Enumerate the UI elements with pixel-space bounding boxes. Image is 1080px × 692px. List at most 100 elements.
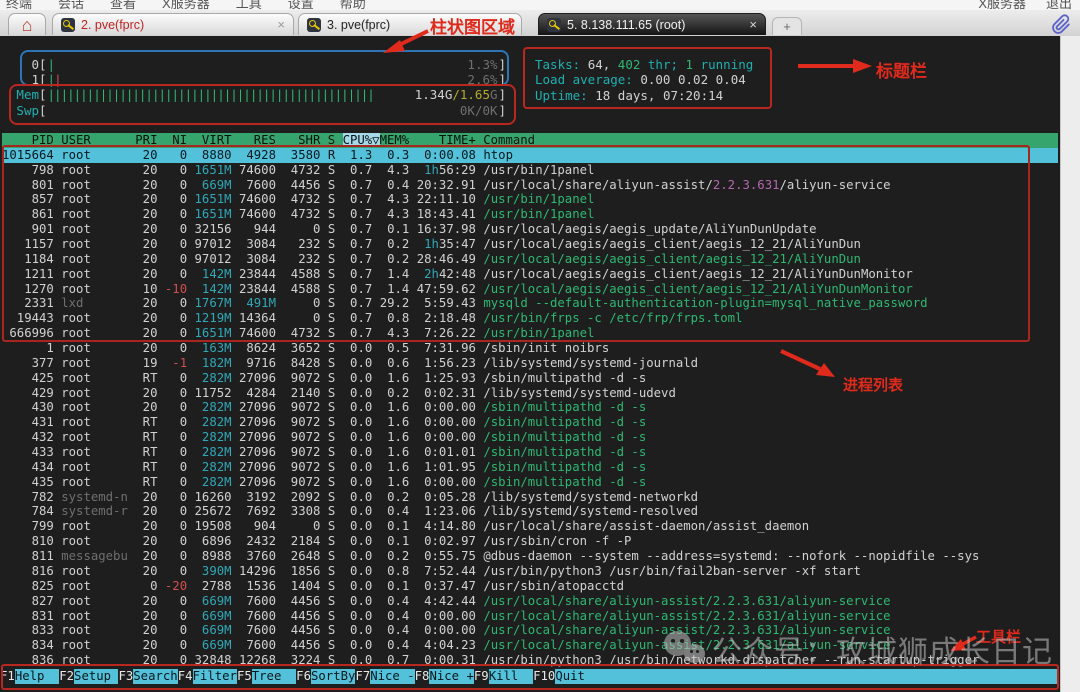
function-key-label[interactable]: Help <box>14 669 60 684</box>
menu-right-items: X服务器 退出 <box>958 0 1072 10</box>
process-row[interactable]: 1015664 root 20 0 8880 4928 3580 R 1.3 0… <box>2 147 1058 163</box>
function-key-label[interactable]: SortBy <box>310 669 356 684</box>
process-row[interactable]: 816 root 20 0 390M 14296 1856 S 0.0 0.8 … <box>2 564 1058 579</box>
htop-function-bar: F1 Help F2 Setup F3 Search F4 Filter F5 Tree F6… <box>0 669 1058 684</box>
function-key[interactable]: F8 <box>415 669 430 684</box>
process-row[interactable]: 434 root RT 0 282M 27096 9072 S 0.0 1.6 … <box>2 460 1058 475</box>
process-row[interactable]: 801 root 20 0 669M 7600 4456 S 0.7 0.4 2… <box>2 178 1058 193</box>
tab-close-icon[interactable]: × <box>269 17 285 32</box>
function-key-label[interactable]: Filter <box>192 669 237 684</box>
function-key[interactable]: F2 <box>59 669 74 684</box>
tab-close-icon[interactable]: × <box>497 17 513 32</box>
process-row[interactable]: 1270 root 10 -10 142M 23844 4588 S 0.7 1… <box>2 282 1058 297</box>
function-key[interactable]: F7 <box>355 669 370 684</box>
menu-item[interactable]: 查看 <box>110 0 136 10</box>
htop-meters: 0[| 1.3%] 1[|| 2.6%] Mem[|||||||||||||||||||… <box>16 57 506 118</box>
process-row[interactable]: 825 root 0 -20 2788 1536 1404 S 0.0 0.1 … <box>2 579 1058 594</box>
process-row[interactable]: 666996 root 20 0 1651M 74600 4732 S 0.7 … <box>2 326 1058 341</box>
tab-bar: ⌂ 2. pve(fprc) × 3. pve(fprc) × 5. 8.138… <box>0 10 1080 36</box>
function-key[interactable]: F1 <box>0 669 15 684</box>
function-key-label[interactable]: Tree <box>251 669 297 684</box>
process-row[interactable]: 811 messagebu 20 0 8988 3760 2648 S 0.0 … <box>2 549 1058 564</box>
menu-item[interactable]: 会话 <box>58 0 84 10</box>
menu-item[interactable]: 帮助 <box>340 0 366 10</box>
process-row[interactable]: 799 root 20 0 19508 904 0 S 0.0 0.1 4:14… <box>2 519 1058 534</box>
uptime-line: Uptime: 18 days, 07:20:14 <box>535 87 724 103</box>
process-row[interactable]: 1157 root 20 0 97012 3084 232 S 0.7 0.2 … <box>2 237 1058 252</box>
process-row[interactable]: 433 root RT 0 282M 27096 9072 S 0.0 1.6 … <box>2 445 1058 460</box>
function-bar-fill <box>599 669 1058 684</box>
paperclip-icon[interactable] <box>1050 13 1072 35</box>
menu-bar: 终端 会话 查看 X服务器 工具 设置 帮助 X服务器 退出 <box>0 0 1080 10</box>
table-header-row[interactable]: PID USER PRI NI VIRT RES SHR S CPU%▽MEM%… <box>2 133 1058 148</box>
function-key[interactable]: F5 <box>237 669 252 684</box>
process-row[interactable]: 810 root 20 0 6896 2432 2184 S 0.0 0.1 0… <box>2 534 1058 549</box>
tab-session-5-active[interactable]: 5. 8.138.111.65 (root) × <box>538 13 766 35</box>
home-icon: ⌂ <box>21 14 33 35</box>
tab-session-3[interactable]: 3. pve(fprc) × <box>298 13 522 35</box>
process-row[interactable]: 1211 root 20 0 142M 23844 4588 S 0.7 1.4… <box>2 267 1058 282</box>
process-row[interactable]: 836 root 20 0 32848 12268 3224 S 0.0 0.7… <box>2 653 1058 668</box>
menu-item[interactable]: 设置 <box>288 0 314 10</box>
menu-item[interactable]: X服务器 <box>978 0 1026 10</box>
process-row[interactable]: 377 root 19 -1 182M 9716 8428 S 0.0 0.6 … <box>2 356 1058 371</box>
function-key[interactable]: F9 <box>474 669 489 684</box>
tasks-line: Tasks: 64, 402 thr; 1 running <box>535 57 754 72</box>
process-row[interactable]: 827 root 20 0 669M 7600 4456 S 0.0 0.4 4… <box>2 594 1058 609</box>
menu-item[interactable]: 工具 <box>236 0 262 10</box>
tab-session-2[interactable]: 2. pve(fprc) × <box>52 13 294 35</box>
function-key-label[interactable]: Quit <box>555 669 600 684</box>
tab-home[interactable]: ⌂ <box>8 13 46 35</box>
mobaxterm-window: 终端 会话 查看 X服务器 工具 设置 帮助 X服务器 退出 ⌂ 2. pve(fprc) ×… <box>0 0 1080 692</box>
session-key-icon <box>61 17 75 32</box>
process-row[interactable]: 782 systemd-n 20 0 16260 3192 2092 S 0.0… <box>2 490 1058 505</box>
process-row[interactable]: 857 root 20 0 1651M 74600 4732 S 0.7 4.3… <box>2 192 1058 207</box>
tab-label: 5. 8.138.111.65 (root) <box>567 17 686 32</box>
menu-item[interactable]: 退出 <box>1046 0 1072 10</box>
terminal[interactable]: 0[| 1.3%] 1[|| 2.6%] Mem[|||||||||||||||||||… <box>0 36 1060 692</box>
function-key[interactable]: F10 <box>533 669 555 684</box>
process-row[interactable]: 833 root 20 0 669M 7600 4456 S 0.0 0.4 0… <box>2 623 1058 638</box>
process-row[interactable]: 2331 lxd 20 0 1767M 491M 0 S 0.7 29.2 5:… <box>2 296 1058 311</box>
function-key-label[interactable]: Nice - <box>370 669 415 684</box>
process-row[interactable]: 861 root 20 0 1651M 74600 4732 S 0.7 4.3… <box>2 207 1058 222</box>
meter-line: Mem[||||||||||||||||||||||||||||||||||||… <box>16 87 507 103</box>
tab-label: 3. pve(fprc) <box>327 17 391 32</box>
process-row[interactable]: 784 systemd-r 20 0 25672 7692 3308 S 0.0… <box>2 504 1058 519</box>
process-row[interactable]: 1 root 20 0 163M 8624 3652 S 0.0 0.5 7:3… <box>2 341 1058 356</box>
meter-line: 1[|| 2.6%] <box>31 72 507 88</box>
process-row[interactable]: 1184 root 20 0 97012 3084 232 S 0.7 0.2 … <box>2 252 1058 267</box>
process-row[interactable]: 19443 root 20 0 1219M 14364 0 S 0.7 0.8 … <box>2 311 1058 326</box>
function-key[interactable]: F4 <box>178 669 193 684</box>
htop-process-table: PID USER PRI NI VIRT RES SHR S CPU%▽MEM%… <box>2 133 1058 668</box>
process-row[interactable]: 432 root RT 0 282M 27096 9072 S 0.0 1.6 … <box>2 430 1058 445</box>
process-row[interactable]: 435 root RT 0 282M 27096 9072 S 0.0 1.6 … <box>2 475 1058 490</box>
load-average-line: Load average: 0.00 0.02 0.04 <box>535 72 746 88</box>
process-row[interactable]: 430 root 20 0 282M 27096 9072 S 0.0 1.6 … <box>2 400 1058 415</box>
process-row[interactable]: 834 root 20 0 669M 7600 4456 S 0.0 0.4 4… <box>2 638 1058 653</box>
tab-close-icon[interactable]: × <box>741 17 757 32</box>
process-row[interactable]: 831 root 20 0 669M 7600 4456 S 0.0 0.4 0… <box>2 609 1058 624</box>
meter-line: Swp[0K/0K] <box>16 102 507 118</box>
process-row[interactable]: 425 root RT 0 282M 27096 9072 S 0.0 1.6 … <box>2 371 1058 386</box>
function-key-label[interactable]: Search <box>133 669 178 684</box>
function-key-label[interactable]: Setup <box>74 669 119 684</box>
menu-item[interactable]: X服务器 <box>162 0 210 10</box>
htop-summary: Tasks: 64, 402 thr; 1 running Load avera… <box>535 57 753 103</box>
process-row[interactable]: 798 root 20 0 1651M 74600 4732 S 0.7 4.3… <box>2 163 1058 178</box>
process-row[interactable]: 429 root 20 0 11752 4284 2140 S 0.0 0.2 … <box>2 386 1058 401</box>
new-tab-button[interactable]: + <box>772 17 802 35</box>
scrollbar-track[interactable] <box>1060 36 1080 692</box>
function-key[interactable]: F6 <box>296 669 311 684</box>
function-key[interactable]: F3 <box>118 669 133 684</box>
process-row[interactable]: 431 root RT 0 282M 27096 9072 S 0.0 1.6 … <box>2 415 1058 430</box>
function-key-label[interactable]: Kill <box>488 669 534 684</box>
session-key-icon <box>547 17 561 32</box>
function-key-label[interactable]: Nice + <box>429 669 474 684</box>
menu-item[interactable]: 终端 <box>6 0 32 10</box>
meter-line: 0[| 1.3%] <box>31 57 507 72</box>
session-key-icon <box>307 17 321 32</box>
process-row[interactable]: 901 root 20 0 32156 944 0 S 0.7 0.1 16:3… <box>2 222 1058 237</box>
tab-label: 2. pve(fprc) <box>81 17 145 32</box>
menu-items: 终端 会话 查看 X服务器 工具 设置 帮助 <box>6 0 392 10</box>
